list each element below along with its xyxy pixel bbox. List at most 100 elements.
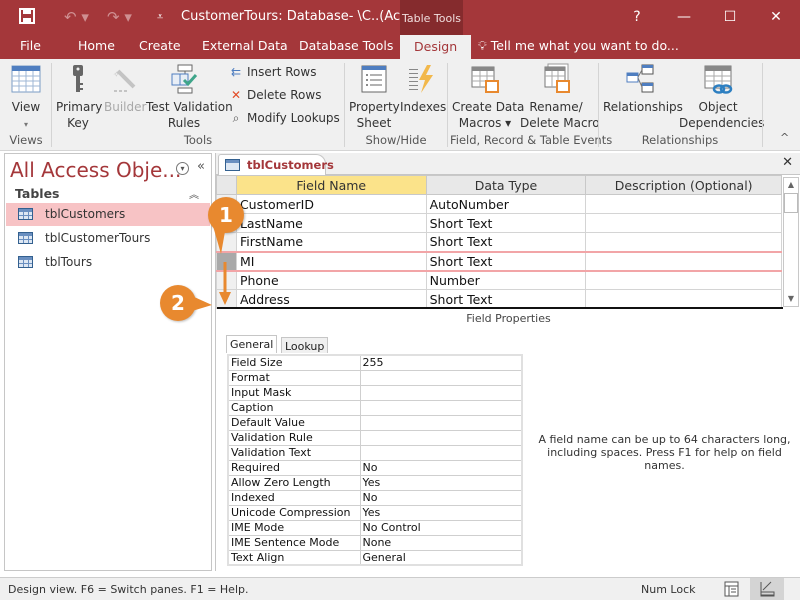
property-name[interactable]: Caption (227, 399, 361, 416)
description-cell[interactable] (585, 194, 782, 214)
nav-item-tblcustomertours[interactable]: tblCustomerTours (6, 227, 210, 250)
select-all-corner[interactable] (216, 175, 237, 195)
customize-qat-icon[interactable]: ⩡ (157, 10, 163, 24)
property-row[interactable]: Validation Rule (227, 429, 523, 446)
relationships-button[interactable]: Relationships (603, 63, 683, 115)
property-row[interactable]: Indexed No (227, 489, 523, 506)
nav-item-tblcustomers[interactable]: tblCustomers (6, 203, 210, 226)
property-name[interactable]: IME Mode (227, 519, 361, 536)
property-value[interactable]: Yes (359, 474, 523, 491)
tab-lookup[interactable]: Lookup (281, 337, 329, 353)
tab-external-data[interactable]: External Data (202, 38, 288, 53)
insert-rows-button[interactable]: ⇇ Insert Rows (228, 65, 316, 79)
property-name[interactable]: IME Sentence Mode (227, 534, 361, 551)
indexes-button[interactable]: Indexes (400, 63, 446, 115)
tab-home[interactable]: Home (78, 38, 115, 53)
field-name-cell[interactable]: CustomerID (235, 194, 427, 214)
design-view-button[interactable] (750, 578, 784, 600)
table-row[interactable]: Address Short Text (216, 289, 782, 309)
property-row[interactable]: IME Mode No Control (227, 519, 523, 536)
shutter-bar-close-icon[interactable]: « (197, 159, 205, 174)
property-name[interactable]: Default Value (227, 414, 361, 431)
property-name[interactable]: Field Size (227, 354, 361, 371)
scroll-up-icon[interactable]: ▲ (784, 178, 798, 192)
description-cell[interactable] (585, 250, 782, 272)
redo-icon[interactable]: ↷ ▾ (107, 8, 132, 26)
property-row[interactable]: Required No (227, 459, 523, 476)
field-name-cell[interactable]: LastName (235, 213, 427, 233)
save-icon[interactable] (19, 8, 35, 28)
tab-file[interactable]: File (20, 38, 41, 53)
field-name-cell[interactable]: MI (235, 250, 427, 272)
property-name[interactable]: Indexed (227, 489, 361, 506)
scroll-thumb[interactable] (784, 193, 798, 213)
data-type-cell[interactable]: Short Text (425, 232, 587, 252)
column-header-data-type[interactable]: Data Type (425, 175, 587, 195)
property-row[interactable]: Caption (227, 399, 523, 416)
field-name-cell[interactable]: Address (235, 289, 427, 309)
tab-database-tools[interactable]: Database Tools (299, 38, 393, 53)
datasheet-view-button[interactable] (716, 578, 748, 600)
minimize-button[interactable]: — (661, 0, 707, 35)
description-cell[interactable] (585, 289, 782, 309)
property-value[interactable] (359, 399, 523, 416)
description-cell[interactable] (585, 213, 782, 233)
property-name[interactable]: Validation Text (227, 444, 361, 461)
property-value[interactable]: No (359, 489, 523, 506)
property-row[interactable]: Default Value (227, 414, 523, 431)
property-value[interactable]: No (359, 459, 523, 476)
tab-general[interactable]: General (226, 335, 278, 353)
table-row[interactable]: CustomerID AutoNumber (216, 194, 782, 214)
field-name-cell[interactable]: Phone (235, 270, 427, 290)
table-row[interactable]: FirstName Short Text (216, 232, 782, 252)
tell-me-search[interactable]: 💡︎ Tell me what you want to do... (478, 38, 679, 54)
property-row[interactable]: Format (227, 369, 523, 386)
close-document-icon[interactable]: ✕ (782, 155, 793, 170)
property-row[interactable]: IME Sentence Mode None (227, 534, 523, 551)
property-name[interactable]: Allow Zero Length (227, 474, 361, 491)
object-dependencies-button[interactable]: Object Dependencies (679, 63, 764, 131)
column-header-field-name[interactable]: Field Name (235, 175, 427, 195)
property-name[interactable]: Required (227, 459, 361, 476)
nav-pane-title[interactable]: All Access Obje... (10, 158, 181, 182)
test-validation-rules-button[interactable]: Test Validation Rules (146, 63, 233, 131)
property-name[interactable]: Format (227, 369, 361, 386)
property-value[interactable]: General (359, 549, 523, 566)
property-row[interactable]: Input Mask (227, 384, 523, 401)
table-row[interactable]: Phone Number (216, 270, 782, 290)
description-cell[interactable] (585, 232, 782, 252)
property-value[interactable] (359, 384, 523, 401)
property-row[interactable]: Validation Text (227, 444, 523, 461)
table-row[interactable]: LastName Short Text (216, 213, 782, 233)
data-type-cell[interactable]: Short Text (425, 250, 587, 272)
property-row[interactable]: Allow Zero Length Yes (227, 474, 523, 491)
property-name[interactable]: Input Mask (227, 384, 361, 401)
create-data-macros-label-2[interactable]: Macros ▾ (459, 116, 511, 130)
nav-menu-dropdown-icon[interactable]: ▾ (176, 162, 189, 175)
property-value[interactable] (359, 429, 523, 446)
table-row-highlighted[interactable]: MI Short Text (216, 250, 782, 272)
undo-icon[interactable]: ↶ ▾ (64, 8, 89, 26)
data-type-cell[interactable]: Short Text (425, 289, 587, 309)
rename-delete-macro-button[interactable]: Rename/ Delete Macro (520, 63, 600, 131)
property-name[interactable]: Validation Rule (227, 429, 361, 446)
property-row[interactable]: Unicode Compression Yes (227, 504, 523, 521)
tab-design[interactable]: Design (400, 35, 472, 59)
property-value[interactable]: No Control (359, 519, 523, 536)
builder-button[interactable]: ✧ Builder (104, 63, 146, 115)
property-value[interactable] (359, 369, 523, 386)
property-value[interactable] (359, 444, 523, 461)
property-value[interactable]: Yes (359, 504, 523, 521)
property-name[interactable]: Text Align (227, 549, 361, 566)
close-button[interactable]: ✕ (753, 0, 799, 35)
column-header-description[interactable]: Description (Optional) (585, 175, 782, 195)
data-type-cell[interactable]: Short Text (425, 213, 587, 233)
primary-key-button[interactable]: Primary Key (56, 63, 102, 131)
maximize-button[interactable]: ☐ (707, 0, 753, 35)
property-value[interactable] (359, 414, 523, 431)
nav-item-tbltours[interactable]: tblTours (6, 251, 210, 274)
description-cell[interactable] (585, 270, 782, 290)
data-type-cell[interactable]: AutoNumber (425, 194, 587, 214)
modify-lookups-button[interactable]: ⌕ Modify Lookups (228, 111, 340, 126)
property-sheet-button[interactable]: Property Sheet (349, 63, 400, 131)
